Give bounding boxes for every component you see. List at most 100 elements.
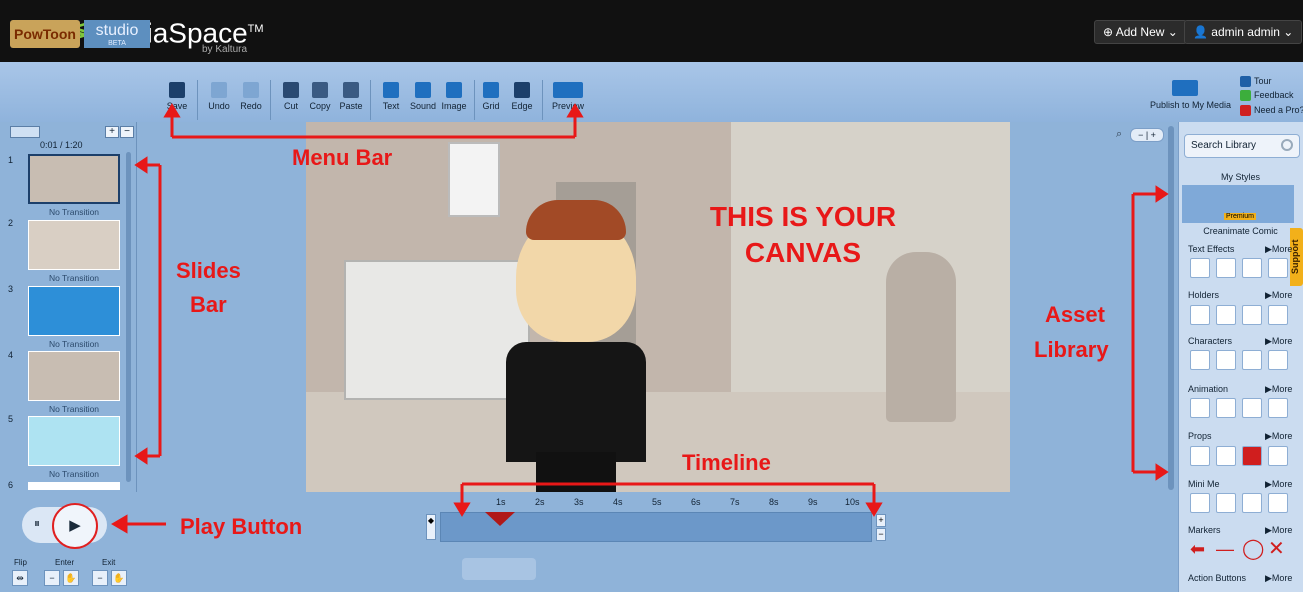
plant-prop[interactable] <box>886 252 956 422</box>
asset-thumbnail[interactable] <box>1216 398 1236 418</box>
slide-view-toggle-icon[interactable] <box>10 126 40 138</box>
brand-subtitle: by Kaltura <box>202 44 248 55</box>
undo-button[interactable]: Undo <box>202 82 236 111</box>
more-link[interactable]: ▶More <box>1265 244 1292 255</box>
paste-button[interactable]: Paste <box>334 82 368 111</box>
feedback-link[interactable]: Feedback <box>1240 90 1294 102</box>
more-link[interactable]: ▶More <box>1265 479 1292 490</box>
slide-transition[interactable]: No Transition <box>28 404 120 414</box>
asset-thumbnail[interactable] <box>1268 258 1288 278</box>
asset-thumbnail[interactable] <box>1190 258 1210 278</box>
arrow-marker-icon[interactable]: ⬅ <box>1190 540 1210 560</box>
asset-thumbnail[interactable] <box>1268 398 1288 418</box>
grid-button[interactable]: Grid <box>474 82 508 111</box>
asset-thumbnail[interactable] <box>1190 305 1210 325</box>
tour-link[interactable]: Tour <box>1240 76 1272 88</box>
slide-transition[interactable]: No Transition <box>28 273 120 283</box>
asset-thumbnail[interactable] <box>1242 493 1262 513</box>
step-icon[interactable]: ⏸ <box>34 516 40 531</box>
circle-marker-icon[interactable]: ◯ <box>1242 539 1264 560</box>
asset-thumbnail[interactable] <box>1190 350 1210 370</box>
preview-button[interactable]: Preview <box>548 82 588 111</box>
play-button[interactable]: ▶ <box>52 503 98 549</box>
slide-thumbnail[interactable] <box>28 286 120 336</box>
canvas[interactable] <box>306 122 1010 492</box>
asset-thumbnail[interactable] <box>1190 398 1210 418</box>
character-hair[interactable] <box>526 200 626 240</box>
zoom-control[interactable]: − | + <box>1130 128 1164 142</box>
asset-thumbnail[interactable] <box>1242 350 1262 370</box>
slide-transition[interactable]: No Transition <box>28 207 120 217</box>
more-link[interactable]: ▶More <box>1265 336 1292 347</box>
more-link[interactable]: ▶More <box>1265 290 1292 301</box>
character-legs[interactable] <box>536 452 616 492</box>
timeline-zoom-in-button[interactable]: + <box>876 514 886 527</box>
more-link[interactable]: ▶More <box>1265 384 1292 395</box>
enter-label: Enter <box>55 558 75 567</box>
line-marker-icon[interactable]: — <box>1216 540 1236 560</box>
search-library-input[interactable]: Search Library <box>1184 134 1300 158</box>
more-link[interactable]: ▶More <box>1265 431 1292 442</box>
flip-button[interactable]: ⇹ <box>12 570 28 586</box>
image-icon <box>446 82 462 98</box>
publish-button[interactable]: Publish to My Media <box>1150 80 1231 110</box>
asset-thumbnail[interactable] <box>1216 350 1236 370</box>
heart-icon[interactable] <box>1242 446 1262 466</box>
image-button[interactable]: Image <box>437 82 471 111</box>
x-marker-icon[interactable]: ✕ <box>1268 539 1288 560</box>
asset-thumbnail[interactable] <box>1242 398 1262 418</box>
asset-thumbnail[interactable] <box>1190 493 1210 513</box>
asset-thumbnail[interactable] <box>1216 305 1236 325</box>
need-pro-link[interactable]: Need a Pro? <box>1240 105 1303 117</box>
enter-hand-icon[interactable]: ✋ <box>63 570 79 586</box>
asset-thumbnail[interactable] <box>1190 446 1210 466</box>
category-mini-me: Mini Me <box>1188 479 1220 489</box>
slides-scrollbar[interactable] <box>126 152 131 482</box>
text-button[interactable]: Text <box>374 82 408 111</box>
search-icon[interactable] <box>1281 139 1293 151</box>
slide-thumbnail[interactable] <box>28 154 120 204</box>
add-new-button[interactable]: ⊕ Add New ⌄ <box>1094 20 1187 44</box>
character-body[interactable] <box>506 342 646 462</box>
asset-thumbnail[interactable] <box>1216 258 1236 278</box>
asset-thumbnail[interactable] <box>1216 446 1236 466</box>
copy-button[interactable]: Copy <box>303 82 337 111</box>
save-button[interactable]: Save <box>160 82 194 111</box>
exit-minus-button[interactable]: − <box>92 570 108 586</box>
slide-thumbnail[interactable] <box>28 482 120 490</box>
asset-thumbnail[interactable] <box>1242 258 1262 278</box>
slide-number: 6 <box>8 480 14 490</box>
asset-thumbnail[interactable] <box>1268 350 1288 370</box>
exit-hand-icon[interactable]: ✋ <box>111 570 127 586</box>
asset-thumbnail[interactable] <box>1268 446 1288 466</box>
copier-prop[interactable] <box>344 260 530 400</box>
enter-minus-button[interactable]: − <box>44 570 60 586</box>
more-link[interactable]: ▶More <box>1265 525 1292 536</box>
timeline-zoom-out-button[interactable]: − <box>876 528 886 541</box>
asset-thumbnail[interactable] <box>1216 493 1236 513</box>
pro-icon <box>1240 105 1251 117</box>
user-menu-button[interactable]: 👤 admin admin ⌄ <box>1184 20 1303 44</box>
add-slide-button[interactable]: + <box>105 126 119 138</box>
more-link[interactable]: ▶More <box>1265 573 1292 584</box>
slide-transition[interactable]: No Transition <box>28 469 120 479</box>
timeline-tick: 1s <box>496 497 506 507</box>
slide-thumbnail[interactable] <box>28 351 120 401</box>
timeline-left-control[interactable]: ◆ <box>426 514 436 540</box>
support-tab[interactable]: Support <box>1290 228 1303 286</box>
slide-thumbnail[interactable] <box>28 220 120 270</box>
menu-toolbar <box>0 62 1303 122</box>
sound-button[interactable]: Sound <box>406 82 440 111</box>
asset-thumbnail[interactable] <box>1268 305 1288 325</box>
asset-thumbnail[interactable] <box>1268 493 1288 513</box>
slide-thumbnail[interactable] <box>28 416 120 466</box>
calendar-prop[interactable] <box>448 142 500 217</box>
element-actions[interactable] <box>462 558 536 580</box>
asset-thumbnail[interactable] <box>1242 305 1262 325</box>
redo-button[interactable]: Redo <box>234 82 268 111</box>
library-scrollbar[interactable] <box>1168 126 1174 490</box>
category-props: Props <box>1188 431 1212 441</box>
remove-slide-button[interactable]: − <box>120 126 134 138</box>
slide-transition[interactable]: No Transition <box>28 339 120 349</box>
edge-button[interactable]: Edge <box>505 82 539 111</box>
